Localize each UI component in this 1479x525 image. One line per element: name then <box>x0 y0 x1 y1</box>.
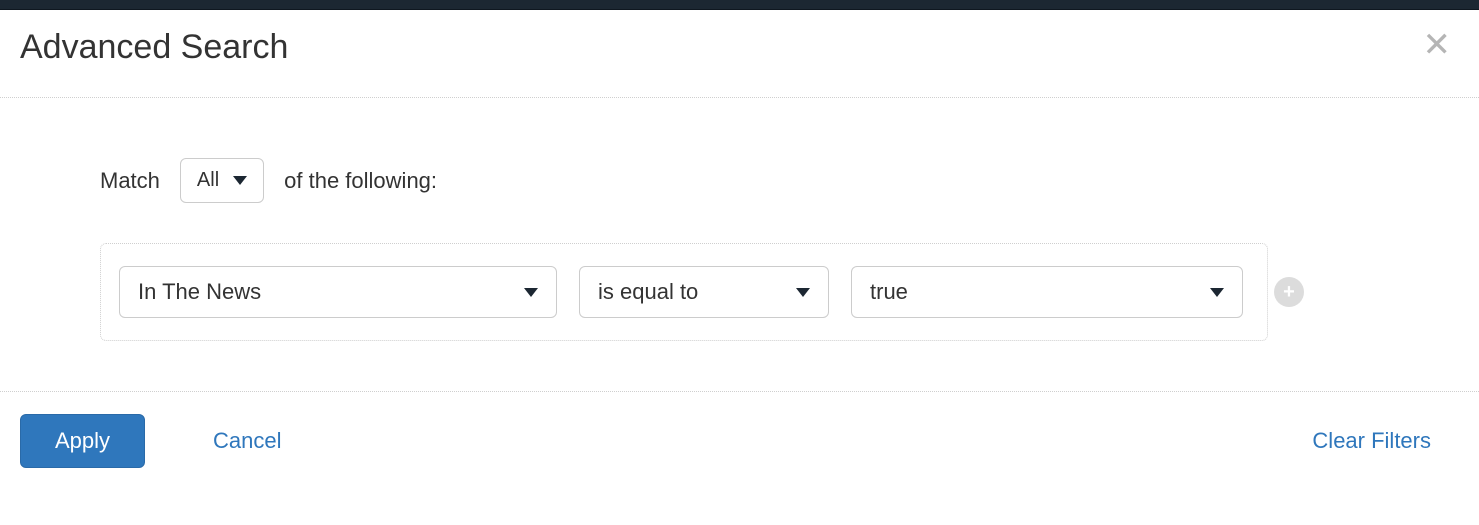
match-row: Match All of the following: <box>100 158 1419 203</box>
filter-row: In The News is equal to true <box>119 266 1249 318</box>
dialog-footer: Apply Cancel Clear Filters <box>0 391 1479 490</box>
filter-value-select[interactable]: true <box>851 266 1243 318</box>
filter-field-value: In The News <box>138 279 261 305</box>
app-topbar <box>0 0 1479 10</box>
dialog-title: Advanced Search <box>20 28 288 67</box>
filter-field-select[interactable]: In The News <box>119 266 557 318</box>
close-icon[interactable]: ✕ <box>1415 28 1460 62</box>
plus-icon: + <box>1283 282 1295 302</box>
caret-down-icon <box>524 288 538 297</box>
filters-container: In The News is equal to true <box>100 243 1268 341</box>
filter-operator-value: is equal to <box>598 279 698 305</box>
add-filter-button[interactable]: + <box>1274 277 1304 307</box>
caret-down-icon <box>1210 288 1224 297</box>
apply-button[interactable]: Apply <box>20 414 145 468</box>
filter-value-value: true <box>870 279 908 305</box>
match-prefix-label: Match <box>100 168 160 194</box>
filter-operator-select[interactable]: is equal to <box>579 266 829 318</box>
caret-down-icon <box>796 288 810 297</box>
dialog-header: Advanced Search ✕ <box>0 10 1479 98</box>
match-suffix-label: of the following: <box>284 168 437 194</box>
dialog-body: Match All of the following: In The News … <box>0 98 1479 391</box>
match-mode-value: All <box>197 169 219 192</box>
match-mode-select[interactable]: All <box>180 158 264 203</box>
clear-filters-link[interactable]: Clear Filters <box>1312 428 1431 454</box>
caret-down-icon <box>233 176 247 185</box>
cancel-link[interactable]: Cancel <box>213 428 281 454</box>
footer-left: Apply Cancel <box>20 414 282 468</box>
